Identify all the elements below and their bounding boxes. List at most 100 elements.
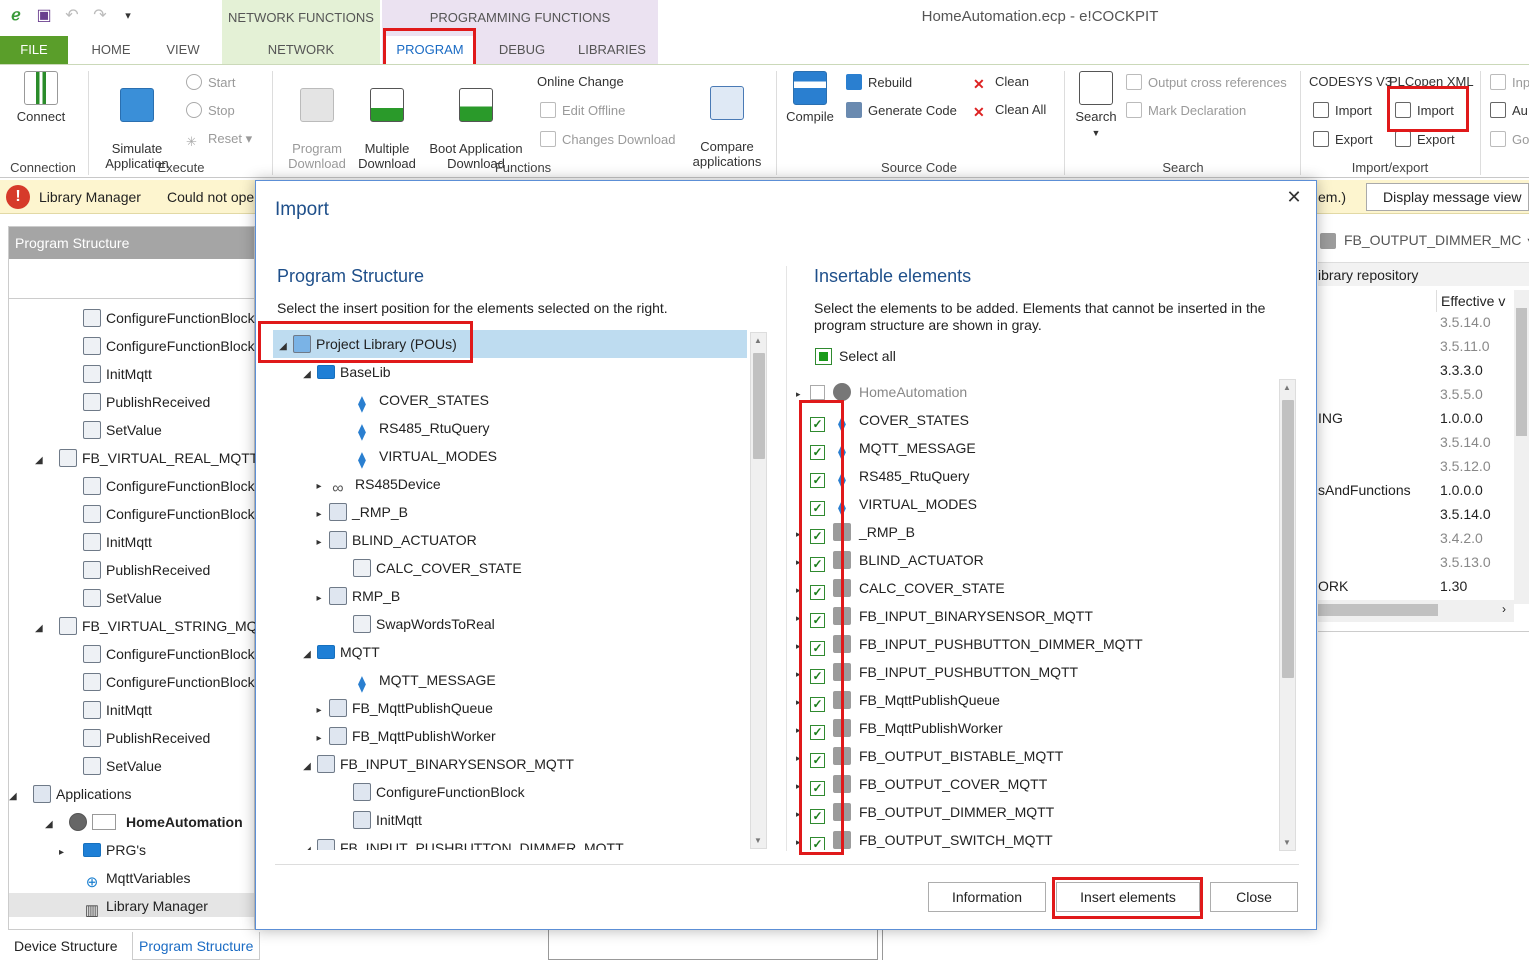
- tab-view[interactable]: VIEW: [152, 36, 214, 64]
- insertable-item[interactable]: ▸ ✓ FB_OUTPUT_BISTABLE_MQTT: [796, 742, 1276, 770]
- tree-node[interactable]: ◢ FB_INPUT_PUSHBUTTON_DIMMER_MQTT: [273, 834, 747, 850]
- edit-offline-button[interactable]: Edit Offline: [540, 102, 625, 119]
- tree-node[interactable]: InitMqtt: [273, 806, 747, 834]
- boot-application-download-button[interactable]: Boot Application Download: [424, 73, 528, 171]
- tree-node[interactable]: ◢ FB_INPUT_BINARYSENSOR_MQTT: [273, 750, 747, 778]
- insertable-item[interactable]: ▸ ✓ FB_OUTPUT_COVER_MQTT: [796, 770, 1276, 798]
- select-all-checkbox[interactable]: Select all: [815, 348, 896, 365]
- customize-toolbar-icon[interactable]: ▾: [118, 6, 138, 26]
- ribbon-overflow-item-1[interactable]: Inp: [1490, 74, 1529, 91]
- search-button[interactable]: Search ▼: [1068, 71, 1124, 141]
- checkbox-icon[interactable]: [810, 385, 825, 400]
- scroll-down-icon[interactable]: ▼: [1283, 838, 1291, 847]
- tree-item[interactable]: ◢ Applications: [9, 783, 132, 805]
- scroll-thumb[interactable]: [1318, 604, 1438, 616]
- insertable-item[interactable]: ▸ ✓ FB_OUTPUT_DIMMER_MQTT: [796, 798, 1276, 826]
- collapse-icon[interactable]: ◢: [45, 814, 69, 836]
- expand-icon[interactable]: ▸: [309, 473, 329, 501]
- insertable-item[interactable]: ✓ ⧫ VIRTUAL_MODES: [796, 490, 1276, 518]
- tree-item[interactable]: ConfigureFunctionBlock: [83, 335, 255, 357]
- tree-node[interactable]: ▸ FB_MqttPublishQueue: [273, 694, 747, 722]
- tab-network[interactable]: NETWORK: [222, 36, 380, 64]
- scroll-up-icon[interactable]: ▲: [1283, 383, 1291, 392]
- tree-node[interactable]: SwapWordsToReal: [273, 610, 747, 638]
- scroll-thumb[interactable]: [1282, 400, 1294, 678]
- collapse-icon[interactable]: ◢: [297, 641, 317, 669]
- tab-libraries[interactable]: LIBRARIES: [570, 36, 654, 64]
- insertable-item[interactable]: ▸ ✓ FB_INPUT_PUSHBUTTON_MQTT: [796, 658, 1276, 686]
- insertable-item[interactable]: ▸ ✓ CALC_COVER_STATE: [796, 574, 1276, 602]
- information-button[interactable]: Information: [928, 882, 1046, 912]
- insertable-item[interactable]: ▸ ✓ FB_OUTPUT_SWITCH_MQTT: [796, 826, 1276, 850]
- tree-item[interactable]: SetValue: [83, 587, 162, 609]
- ribbon-overflow-item-3[interactable]: Go: [1490, 131, 1529, 148]
- scroll-down-icon[interactable]: ▼: [754, 836, 762, 845]
- insertable-item[interactable]: ✓ ⧫ RS485_RtuQuery: [796, 462, 1276, 490]
- tree-node[interactable]: ▸ BLIND_ACTUATOR: [273, 526, 747, 554]
- expand-icon[interactable]: ▸: [309, 725, 329, 753]
- library-scrollbar[interactable]: [1514, 290, 1529, 604]
- tree-item[interactable]: PublishReceived: [83, 391, 210, 413]
- scroll-thumb[interactable]: [753, 353, 765, 459]
- codesys-import-button[interactable]: Import: [1313, 102, 1372, 119]
- tree-node[interactable]: ▸ FB_MqttPublishWorker: [273, 722, 747, 750]
- close-icon[interactable]: ✕: [1284, 187, 1304, 208]
- tree-item[interactable]: InitMqtt: [83, 531, 152, 553]
- tree-item[interactable]: ConfigureFunctionBlock: [83, 307, 255, 329]
- collapse-icon[interactable]: ◢: [297, 753, 317, 781]
- insertable-root[interactable]: ▸ HomeAutomation: [796, 378, 1276, 406]
- right-tree-scrollbar[interactable]: ▲ ▼: [1279, 379, 1296, 851]
- tree-node[interactable]: ▸ ∞ RS485Device: [273, 470, 747, 498]
- clean-all-button[interactable]: ✕ Clean All: [973, 102, 1046, 120]
- collapse-icon[interactable]: ◢: [9, 786, 33, 808]
- insertable-item[interactable]: ▸ ✓ BLIND_ACTUATOR: [796, 546, 1276, 574]
- checkbox-icon[interactable]: [92, 814, 116, 830]
- undo-icon[interactable]: ↶: [62, 6, 82, 26]
- tree-node[interactable]: ConfigureFunctionBlock: [273, 778, 747, 806]
- library-row-name[interactable]: sAndFunctions: [1318, 482, 1411, 498]
- tab-program-structure[interactable]: Program Structure: [132, 932, 261, 960]
- left-tree-scrollbar[interactable]: ▲ ▼: [750, 332, 767, 849]
- compare-applications-button[interactable]: Compare applications: [688, 71, 766, 169]
- save-icon[interactable]: ▣: [34, 6, 54, 26]
- changes-download-button[interactable]: Changes Download: [540, 131, 675, 148]
- tree-node[interactable]: ◢ MQTT: [273, 638, 747, 666]
- expand-icon[interactable]: ▸: [309, 585, 329, 613]
- compile-button[interactable]: Compile: [782, 71, 838, 124]
- tree-item[interactable]: ConfigureFunctionBlock: [83, 643, 255, 665]
- generate-code-button[interactable]: Generate Code: [846, 102, 957, 119]
- tab-device-structure[interactable]: Device Structure: [8, 932, 123, 960]
- multiple-download-button[interactable]: Multiple Download: [352, 73, 422, 171]
- tree-item[interactable]: InitMqtt: [83, 699, 152, 721]
- tree-item[interactable]: ◢ FB_VIRTUAL_STRING_MQ: [35, 615, 256, 637]
- collapse-icon[interactable]: ◢: [297, 837, 317, 850]
- tree-item[interactable]: ConfigureFunctionBlock: [83, 503, 255, 525]
- tree-item[interactable]: ConfigureFunctionBlock: [83, 671, 255, 693]
- mark-declaration-button[interactable]: Mark Declaration: [1126, 102, 1246, 119]
- collapse-icon[interactable]: ◢: [35, 450, 59, 472]
- tree-item[interactable]: SetValue: [83, 755, 162, 777]
- redo-icon[interactable]: ↷: [90, 6, 110, 26]
- plcopen-export-button[interactable]: Export: [1395, 131, 1455, 148]
- collapse-icon[interactable]: ◢: [35, 618, 59, 640]
- horizontal-scrollbar[interactable]: ›: [1318, 600, 1514, 622]
- insertable-item[interactable]: ▸ ✓ FB_INPUT_BINARYSENSOR_MQTT: [796, 602, 1276, 630]
- expand-icon[interactable]: ▸: [309, 697, 329, 725]
- insertable-item[interactable]: ▸ ✓ FB_INPUT_PUSHBUTTON_DIMMER_MQTT: [796, 630, 1276, 658]
- collapse-icon[interactable]: ◢: [297, 361, 317, 389]
- clean-button[interactable]: ✕ Clean: [973, 74, 1029, 92]
- tree-node[interactable]: ▸ RMP_B: [273, 582, 747, 610]
- expand-icon[interactable]: ▸: [309, 501, 329, 529]
- tree-node[interactable]: CALC_COVER_STATE: [273, 554, 747, 582]
- library-row-name[interactable]: ORK: [1318, 578, 1348, 594]
- insertable-item[interactable]: ▸ ✓ _RMP_B: [796, 518, 1276, 546]
- tab-home[interactable]: HOME: [80, 36, 142, 64]
- expand-icon[interactable]: ▸: [309, 529, 329, 557]
- tree-item[interactable]: ConfigureFunctionBlock: [83, 475, 255, 497]
- tree-item-library-manager[interactable]: ▥ Library Manager: [83, 895, 208, 919]
- output-cross-references-button[interactable]: Output cross references: [1126, 74, 1287, 91]
- tree-node[interactable]: ▸ _RMP_B: [273, 498, 747, 526]
- start-button[interactable]: Start: [186, 74, 235, 91]
- program-download-button[interactable]: Program Download: [280, 73, 354, 171]
- insertable-item[interactable]: ▸ ✓ FB_MqttPublishQueue: [796, 686, 1276, 714]
